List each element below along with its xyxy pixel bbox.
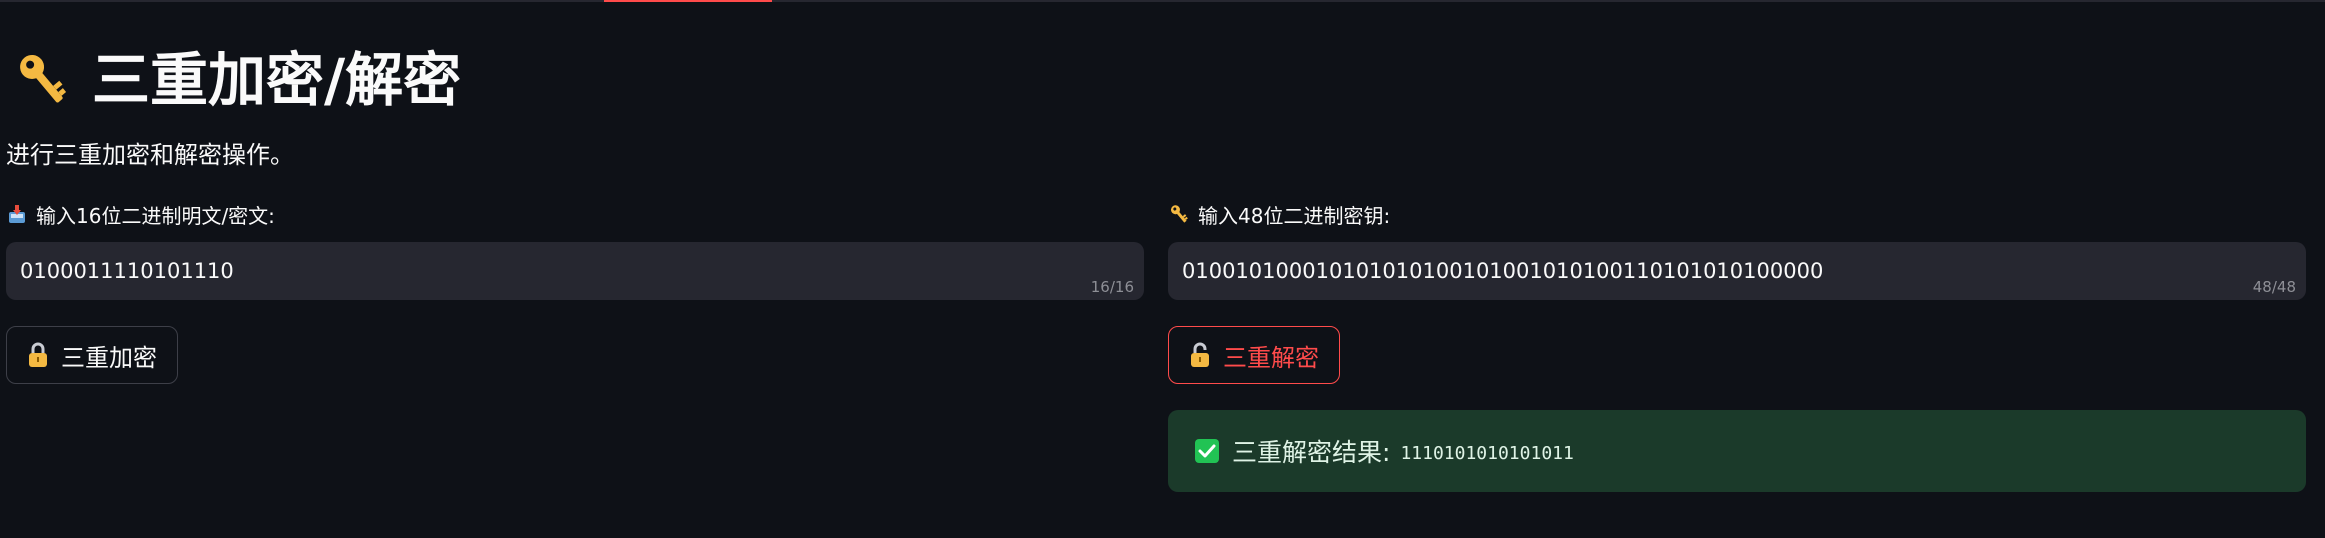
plaintext-input[interactable]: [6, 242, 1144, 300]
key-section: 输入48位二进制密钥: 48/48 三重解密 三重解密结果: 111010101…: [1168, 196, 2306, 492]
page-title: 三重加密/解密: [14, 40, 461, 120]
decrypt-button-label: 三重解密: [1223, 343, 1319, 372]
encrypt-button-label: 三重加密: [61, 343, 157, 372]
encrypt-button[interactable]: 三重加密: [6, 326, 178, 384]
key-label: 输入48位二进制密钥:: [1168, 196, 2306, 232]
check-icon: [1195, 439, 1219, 463]
decrypt-result-alert: 三重解密结果: 1110101010101011: [1168, 410, 2306, 492]
header-divider: [0, 0, 2325, 2]
page-title-text: 三重加密/解密: [92, 46, 462, 114]
unlock-icon: [1191, 342, 1209, 367]
key-label-text: 输入48位二进制密钥:: [1198, 203, 1391, 228]
key-char-counter: 48/48: [2252, 278, 2296, 296]
key-input-wrapper: 48/48: [1168, 242, 2306, 300]
plaintext-char-counter: 16/16: [1090, 278, 1134, 296]
plaintext-label-text: 输入16位二进制明文/密文:: [36, 203, 275, 228]
plaintext-label: 输入16位二进制明文/密文:: [6, 196, 1144, 232]
plaintext-section: 输入16位二进制明文/密文: 16/16 三重加密: [6, 196, 1144, 384]
plaintext-input-wrapper: 16/16: [6, 242, 1144, 300]
inbox-tray-icon: [9, 205, 25, 223]
lock-icon: [29, 342, 47, 367]
result-label: 三重解密结果:: [1232, 438, 1391, 467]
result-value: 1110101010101011: [1400, 442, 1574, 464]
decrypt-button[interactable]: 三重解密: [1168, 326, 1340, 384]
active-tab-indicator: [604, 0, 772, 2]
page-subtitle: 进行三重加密和解密操作。: [6, 141, 294, 169]
key-icon: [1170, 205, 1188, 223]
key-icon: [20, 54, 67, 103]
key-input[interactable]: [1168, 242, 2306, 300]
